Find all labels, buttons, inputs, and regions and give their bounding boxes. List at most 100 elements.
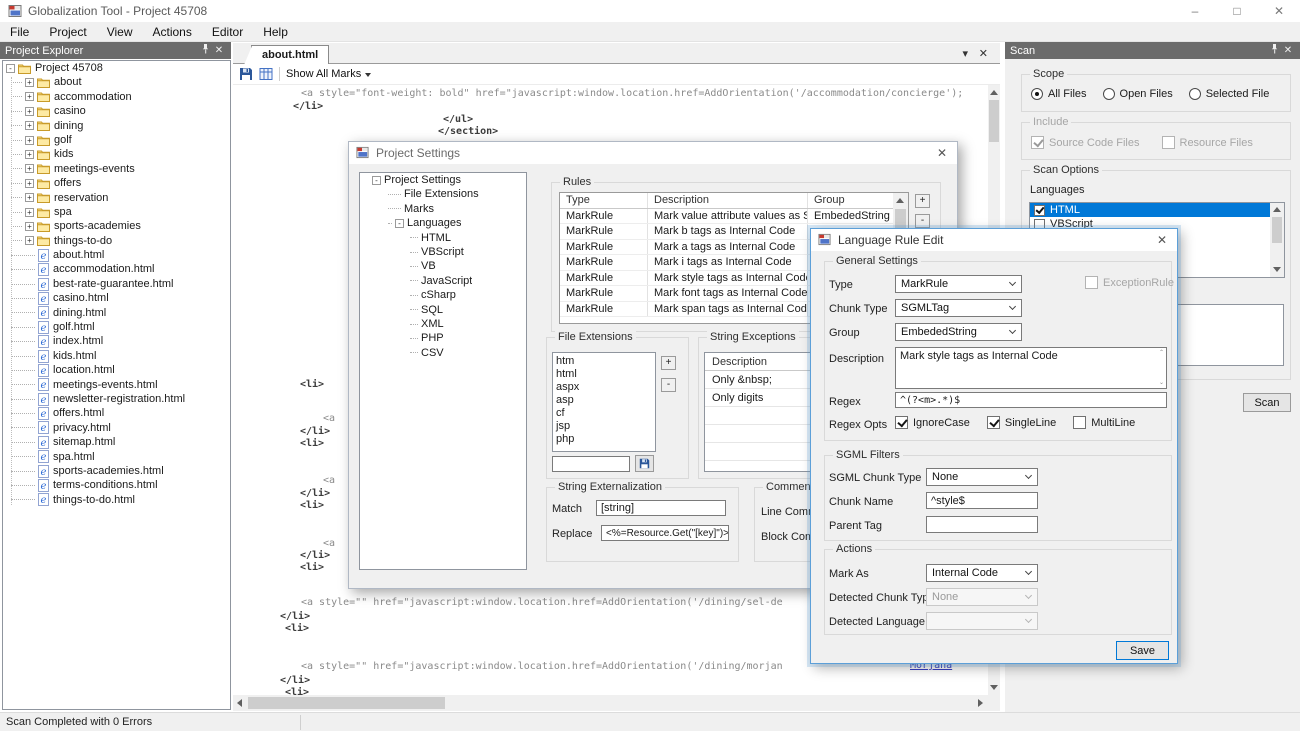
group-combobox[interactable]: EmbededString — [895, 323, 1022, 341]
extension-item[interactable]: htm — [553, 355, 655, 368]
collapse-icon[interactable]: - — [6, 64, 15, 73]
regex-input[interactable]: ^(?<m>.*)$ — [895, 392, 1167, 408]
tree-folder-sports-academies[interactable]: +sports-academies — [3, 219, 230, 233]
tree-file-offers[interactable]: eoffers.html — [3, 406, 230, 420]
expand-icon[interactable]: + — [25, 193, 34, 202]
settings-node-php[interactable]: PHP — [360, 331, 526, 345]
detected-language-combobox[interactable] — [926, 612, 1038, 630]
tree-file-best-rate-guarantee[interactable]: ebest-rate-guarantee.html — [3, 277, 230, 291]
tree-file-casino[interactable]: ecasino.html — [3, 291, 230, 305]
project-tree[interactable]: -Project 45708+about+accommodation+casin… — [2, 60, 231, 710]
dialog-close-icon[interactable]: ✕ — [1154, 233, 1170, 247]
tree-root[interactable]: -Project 45708 — [3, 61, 230, 75]
expand-icon[interactable]: + — [25, 208, 34, 217]
include-checkbox-source-code-files[interactable]: Source Code Files — [1031, 136, 1140, 149]
tree-folder-about[interactable]: +about — [3, 75, 230, 89]
languages-scrollbar[interactable] — [1270, 203, 1284, 277]
scroll-up-icon[interactable]: ⌃ — [1159, 350, 1164, 356]
extension-item[interactable]: asp — [553, 394, 655, 407]
detected-chunk-type-combobox[interactable]: None — [926, 588, 1038, 606]
tree-file-accommodation[interactable]: eaccommodation.html — [3, 262, 230, 276]
maximize-button[interactable]: □ — [1216, 0, 1258, 22]
tree-folder-golf[interactable]: +golf — [3, 133, 230, 147]
tree-folder-offers[interactable]: +offers — [3, 176, 230, 190]
sgml-chunk-type-combobox[interactable]: None — [926, 468, 1038, 486]
tree-file-index[interactable]: eindex.html — [3, 334, 230, 348]
tree-folder-things-to-do[interactable]: +things-to-do — [3, 234, 230, 248]
extension-item[interactable]: php — [553, 433, 655, 446]
menu-help[interactable]: Help — [253, 22, 298, 41]
expand-icon[interactable]: + — [25, 121, 34, 130]
expand-icon[interactable]: + — [25, 222, 34, 231]
tree-file-golf[interactable]: egolf.html — [3, 320, 230, 334]
tree-file-spa[interactable]: espa.html — [3, 450, 230, 464]
editor-horizontal-scrollbar[interactable] — [233, 695, 1000, 711]
replace-input[interactable]: <%=Resource.Get("[key]")> — [601, 525, 729, 541]
tree-file-things-to-do[interactable]: ethings-to-do.html — [3, 493, 230, 507]
save-icon[interactable] — [239, 67, 253, 81]
save-extension-button[interactable] — [635, 455, 654, 472]
extension-input[interactable] — [552, 456, 630, 472]
close-panel-icon[interactable]: ✕ — [212, 45, 226, 56]
settings-node-vb[interactable]: VB — [360, 259, 526, 273]
expand-icon[interactable]: + — [25, 107, 34, 116]
collapse-icon[interactable]: - — [372, 176, 381, 185]
settings-node-javascript[interactable]: JavaScript — [360, 274, 526, 288]
settings-node-marks[interactable]: Marks — [360, 202, 526, 216]
description-textarea[interactable]: Mark style tags as Internal Code ⌃ ⌄ — [895, 347, 1167, 389]
pin-icon[interactable] — [1267, 44, 1281, 57]
remove-extension-button[interactable]: - — [661, 378, 676, 392]
tree-file-sports-academies[interactable]: esports-academies.html — [3, 464, 230, 478]
tree-file-kids[interactable]: ekids.html — [3, 349, 230, 363]
settings-node-languages[interactable]: -Languages — [360, 216, 526, 230]
expand-icon[interactable]: + — [25, 92, 34, 101]
tree-folder-dining[interactable]: +dining — [3, 119, 230, 133]
settings-node-xml[interactable]: XML — [360, 317, 526, 331]
extension-item[interactable]: html — [553, 368, 655, 381]
match-input[interactable]: [string] — [596, 500, 726, 516]
tree-folder-casino[interactable]: +casino — [3, 104, 230, 118]
save-button[interactable]: Save — [1116, 641, 1169, 660]
tree-file-sitemap[interactable]: esitemap.html — [3, 435, 230, 449]
tab-about-html[interactable]: about.html — [251, 45, 329, 64]
expand-icon[interactable]: + — [25, 236, 34, 245]
tree-file-dining[interactable]: edining.html — [3, 306, 230, 320]
tree-file-newsletter-registration[interactable]: enewsletter-registration.html — [3, 392, 230, 406]
tree-file-about[interactable]: eabout.html — [3, 248, 230, 262]
marks-table-icon[interactable] — [259, 67, 273, 81]
include-checkbox-resource-files[interactable]: Resource Files — [1162, 136, 1253, 149]
expand-icon[interactable]: + — [25, 136, 34, 145]
expand-icon[interactable]: + — [25, 78, 34, 87]
scroll-down-icon[interactable]: ⌄ — [1159, 380, 1164, 386]
tree-folder-reservation[interactable]: +reservation — [3, 191, 230, 205]
settings-tree[interactable]: -Project SettingsFile ExtensionsMarks-La… — [359, 172, 527, 570]
close-button[interactable]: ✕ — [1258, 0, 1300, 22]
show-all-marks-button[interactable]: Show All Marks — [286, 68, 371, 80]
dialog-close-icon[interactable]: ✕ — [934, 146, 950, 160]
rule-row[interactable]: MarkRuleMark value attribute values as S… — [560, 209, 893, 225]
menu-editor[interactable]: Editor — [202, 22, 253, 41]
pin-icon[interactable] — [198, 44, 212, 57]
menu-file[interactable]: File — [0, 22, 39, 41]
file-extensions-list[interactable]: htmhtmlaspxaspcfjspphp — [552, 352, 656, 452]
extension-item[interactable]: jsp — [553, 420, 655, 433]
tree-folder-spa[interactable]: +spa — [3, 205, 230, 219]
tree-folder-kids[interactable]: +kids — [3, 147, 230, 161]
tab-close-icon[interactable]: ✕ — [979, 47, 988, 60]
chunk-name-input[interactable]: ^style$ — [926, 492, 1038, 509]
extension-item[interactable]: cf — [553, 407, 655, 420]
tree-file-privacy[interactable]: eprivacy.html — [3, 421, 230, 435]
scope-radio-selected-file[interactable]: Selected File — [1189, 88, 1270, 100]
scope-radio-open-files[interactable]: Open Files — [1103, 88, 1173, 100]
column-header[interactable]: Type — [560, 193, 648, 208]
remove-rule-button[interactable]: - — [915, 214, 930, 228]
tree-file-terms-conditions[interactable]: eterms-conditions.html — [3, 478, 230, 492]
tree-folder-accommodation[interactable]: +accommodation — [3, 90, 230, 104]
collapse-icon[interactable]: - — [395, 219, 404, 228]
extension-item[interactable]: aspx — [553, 381, 655, 394]
tree-file-location[interactable]: elocation.html — [3, 363, 230, 377]
settings-node-html[interactable]: HTML — [360, 231, 526, 245]
expand-icon[interactable]: + — [25, 150, 34, 159]
expand-icon[interactable]: + — [25, 164, 34, 173]
column-header[interactable]: Description — [648, 193, 808, 208]
